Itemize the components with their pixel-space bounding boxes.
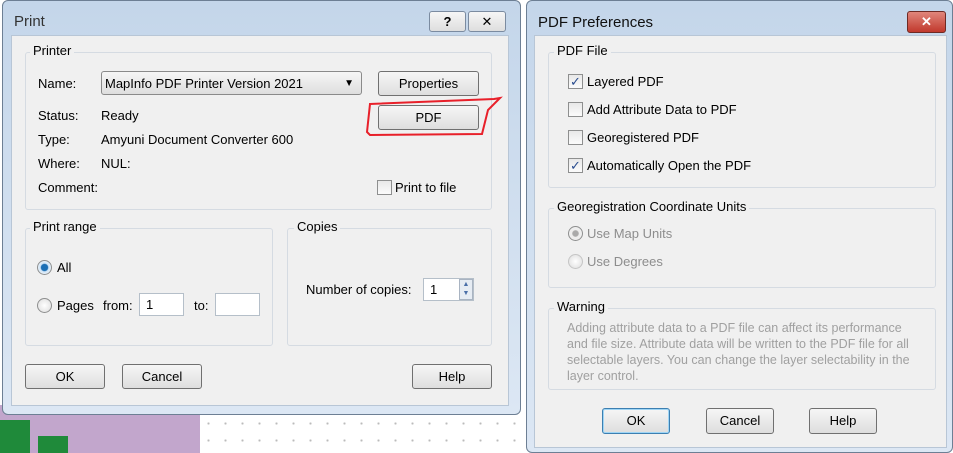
- printer-group-label: Printer: [30, 44, 75, 58]
- spin-down-icon[interactable]: ▼: [460, 289, 472, 298]
- printer-name-select[interactable]: MapInfo PDF Printer Version 2021 ▼: [101, 71, 362, 95]
- add-attribute-label: Add Attribute Data to PDF: [587, 102, 737, 117]
- help-title-button[interactable]: ?: [429, 11, 466, 32]
- print-range-label: Print range: [30, 220, 100, 234]
- dialog-title: PDF Preferences: [538, 14, 654, 31]
- where-value: NUL:: [101, 156, 131, 171]
- georegistered-checkbox[interactable]: [568, 130, 583, 145]
- status-value: Ready: [101, 108, 139, 123]
- auto-open-label: Automatically Open the PDF: [587, 158, 752, 173]
- copies-value: 1: [430, 282, 438, 297]
- from-label: from:: [103, 298, 133, 313]
- cancel-button[interactable]: Cancel: [706, 408, 774, 434]
- cancel-button[interactable]: Cancel: [122, 364, 202, 389]
- dialog-title: Print: [14, 13, 45, 30]
- pages-label: Pages: [57, 298, 94, 313]
- warning-text: Adding attribute data to a PDF file can …: [567, 320, 910, 384]
- warning-line: layer control.: [567, 369, 639, 383]
- help-button[interactable]: Help: [809, 408, 877, 434]
- copies-label: Number of copies:: [306, 282, 412, 297]
- name-label: Name:: [38, 76, 77, 91]
- print-to-file-label: Print to file: [395, 180, 457, 195]
- where-label: Where:: [38, 156, 80, 171]
- close-button[interactable]: ✕: [468, 11, 506, 32]
- units-group: [548, 208, 936, 288]
- units-group-label: Georegistration Coordinate Units: [554, 200, 750, 214]
- use-map-units-radio[interactable]: [568, 226, 583, 241]
- print-range-group: [25, 228, 273, 346]
- type-value: Amyuni Document Converter 600: [101, 132, 294, 147]
- add-attribute-checkbox[interactable]: [568, 102, 583, 117]
- layered-pdf-label: Layered PDF: [587, 74, 664, 89]
- spin-up-icon[interactable]: ▲: [460, 280, 472, 289]
- all-label: All: [57, 260, 72, 275]
- ok-button[interactable]: OK: [25, 364, 105, 389]
- map-region: [0, 420, 30, 453]
- red-annotation-outline: [365, 96, 503, 137]
- printer-name-value: MapInfo PDF Printer Version 2021: [105, 76, 303, 91]
- use-degrees-radio[interactable]: [568, 254, 583, 269]
- map-region: [38, 436, 68, 453]
- ok-button[interactable]: OK: [602, 408, 670, 434]
- copies-spinner[interactable]: ▲ ▼: [459, 279, 473, 300]
- chevron-down-icon: ▼: [344, 78, 354, 89]
- type-label: Type:: [38, 132, 70, 147]
- status-label: Status:: [38, 108, 79, 123]
- close-button[interactable]: ✕: [907, 11, 946, 33]
- to-label: to:: [194, 298, 209, 313]
- layered-pdf-checkbox[interactable]: ✓: [568, 74, 583, 89]
- all-radio[interactable]: [37, 260, 52, 275]
- map-grid: [200, 415, 522, 453]
- georegistered-label: Georegistered PDF: [587, 130, 699, 145]
- warning-group-label: Warning: [554, 300, 608, 314]
- warning-line: Adding attribute data to a PDF file can …: [567, 321, 902, 335]
- copies-group-label: Copies: [294, 220, 341, 234]
- to-input[interactable]: [215, 293, 260, 316]
- auto-open-checkbox[interactable]: ✓: [568, 158, 583, 173]
- properties-button[interactable]: Properties: [378, 71, 479, 96]
- warning-line: selectable layers. You can change the la…: [567, 353, 910, 367]
- use-degrees-label: Use Degrees: [587, 254, 663, 269]
- help-button[interactable]: Help: [412, 364, 492, 389]
- comment-label: Comment:: [38, 180, 98, 195]
- print-to-file-checkbox[interactable]: [377, 180, 392, 195]
- from-input[interactable]: 1: [139, 293, 184, 316]
- pdf-file-group-label: PDF File: [554, 44, 611, 58]
- pages-radio[interactable]: [37, 298, 52, 313]
- warning-line: and file size. Attribute data will be wr…: [567, 337, 909, 351]
- use-map-units-label: Use Map Units: [587, 226, 673, 241]
